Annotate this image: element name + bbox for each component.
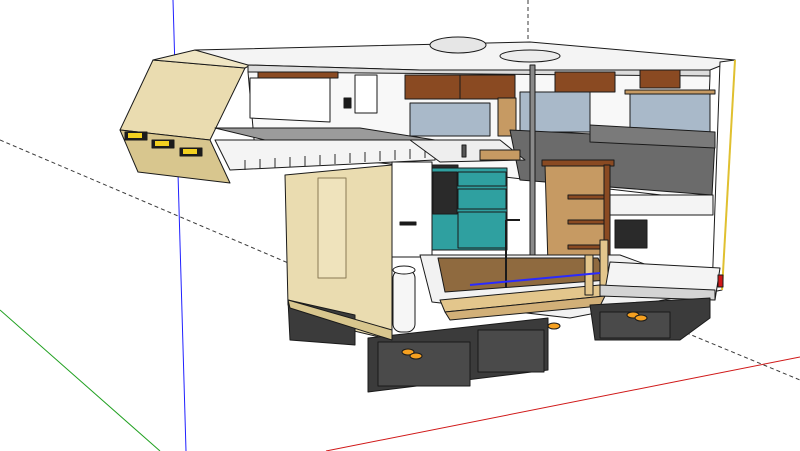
camper-model[interactable] — [119, 36, 736, 393]
amber-light-2 — [409, 352, 423, 360]
thermostat — [343, 97, 352, 109]
bench-front — [607, 194, 714, 216]
drawer-1 — [457, 171, 507, 187]
upper-cabinet-3 — [554, 71, 616, 93]
amber-light-3 — [547, 322, 561, 330]
tail-light — [717, 274, 724, 288]
curtain-rod-rear — [624, 89, 716, 95]
amber-light-5 — [634, 314, 648, 322]
galley-backsplash — [479, 149, 521, 161]
shelf-1 — [567, 194, 609, 200]
storage-door-1 — [377, 341, 471, 387]
rear-wall-panel — [317, 177, 347, 279]
marker-light-3-lens — [183, 149, 197, 154]
galley-window — [409, 102, 491, 137]
fridge — [391, 161, 433, 258]
cabover-window — [249, 77, 331, 123]
drawer-2 — [457, 188, 507, 210]
shelf-top — [541, 159, 615, 167]
drawer-3 — [457, 211, 507, 249]
marker-light-2-lens — [155, 141, 169, 146]
green-axis — [0, 309, 161, 451]
sketchup-viewport[interactable] — [0, 0, 800, 451]
water-tank — [392, 269, 416, 333]
fridge-handle — [399, 221, 417, 226]
roof-vent-fan — [429, 36, 487, 54]
marker-light-1-lens — [128, 133, 142, 138]
support-pole — [529, 64, 536, 276]
shelf-2 — [567, 219, 609, 225]
cabinet-strip — [257, 71, 339, 79]
storage-door-2 — [477, 329, 545, 373]
roof-skylight — [499, 49, 561, 63]
control-panel — [354, 74, 378, 114]
battery-box — [614, 219, 648, 249]
sink-faucet — [461, 144, 467, 158]
model-scene[interactable] — [0, 0, 800, 451]
upper-cabinet-1 — [404, 74, 461, 100]
oven-door — [432, 171, 458, 215]
upper-cabinet-4 — [639, 69, 681, 89]
water-tank-top — [392, 265, 416, 275]
upper-cabinet-2 — [459, 74, 516, 100]
